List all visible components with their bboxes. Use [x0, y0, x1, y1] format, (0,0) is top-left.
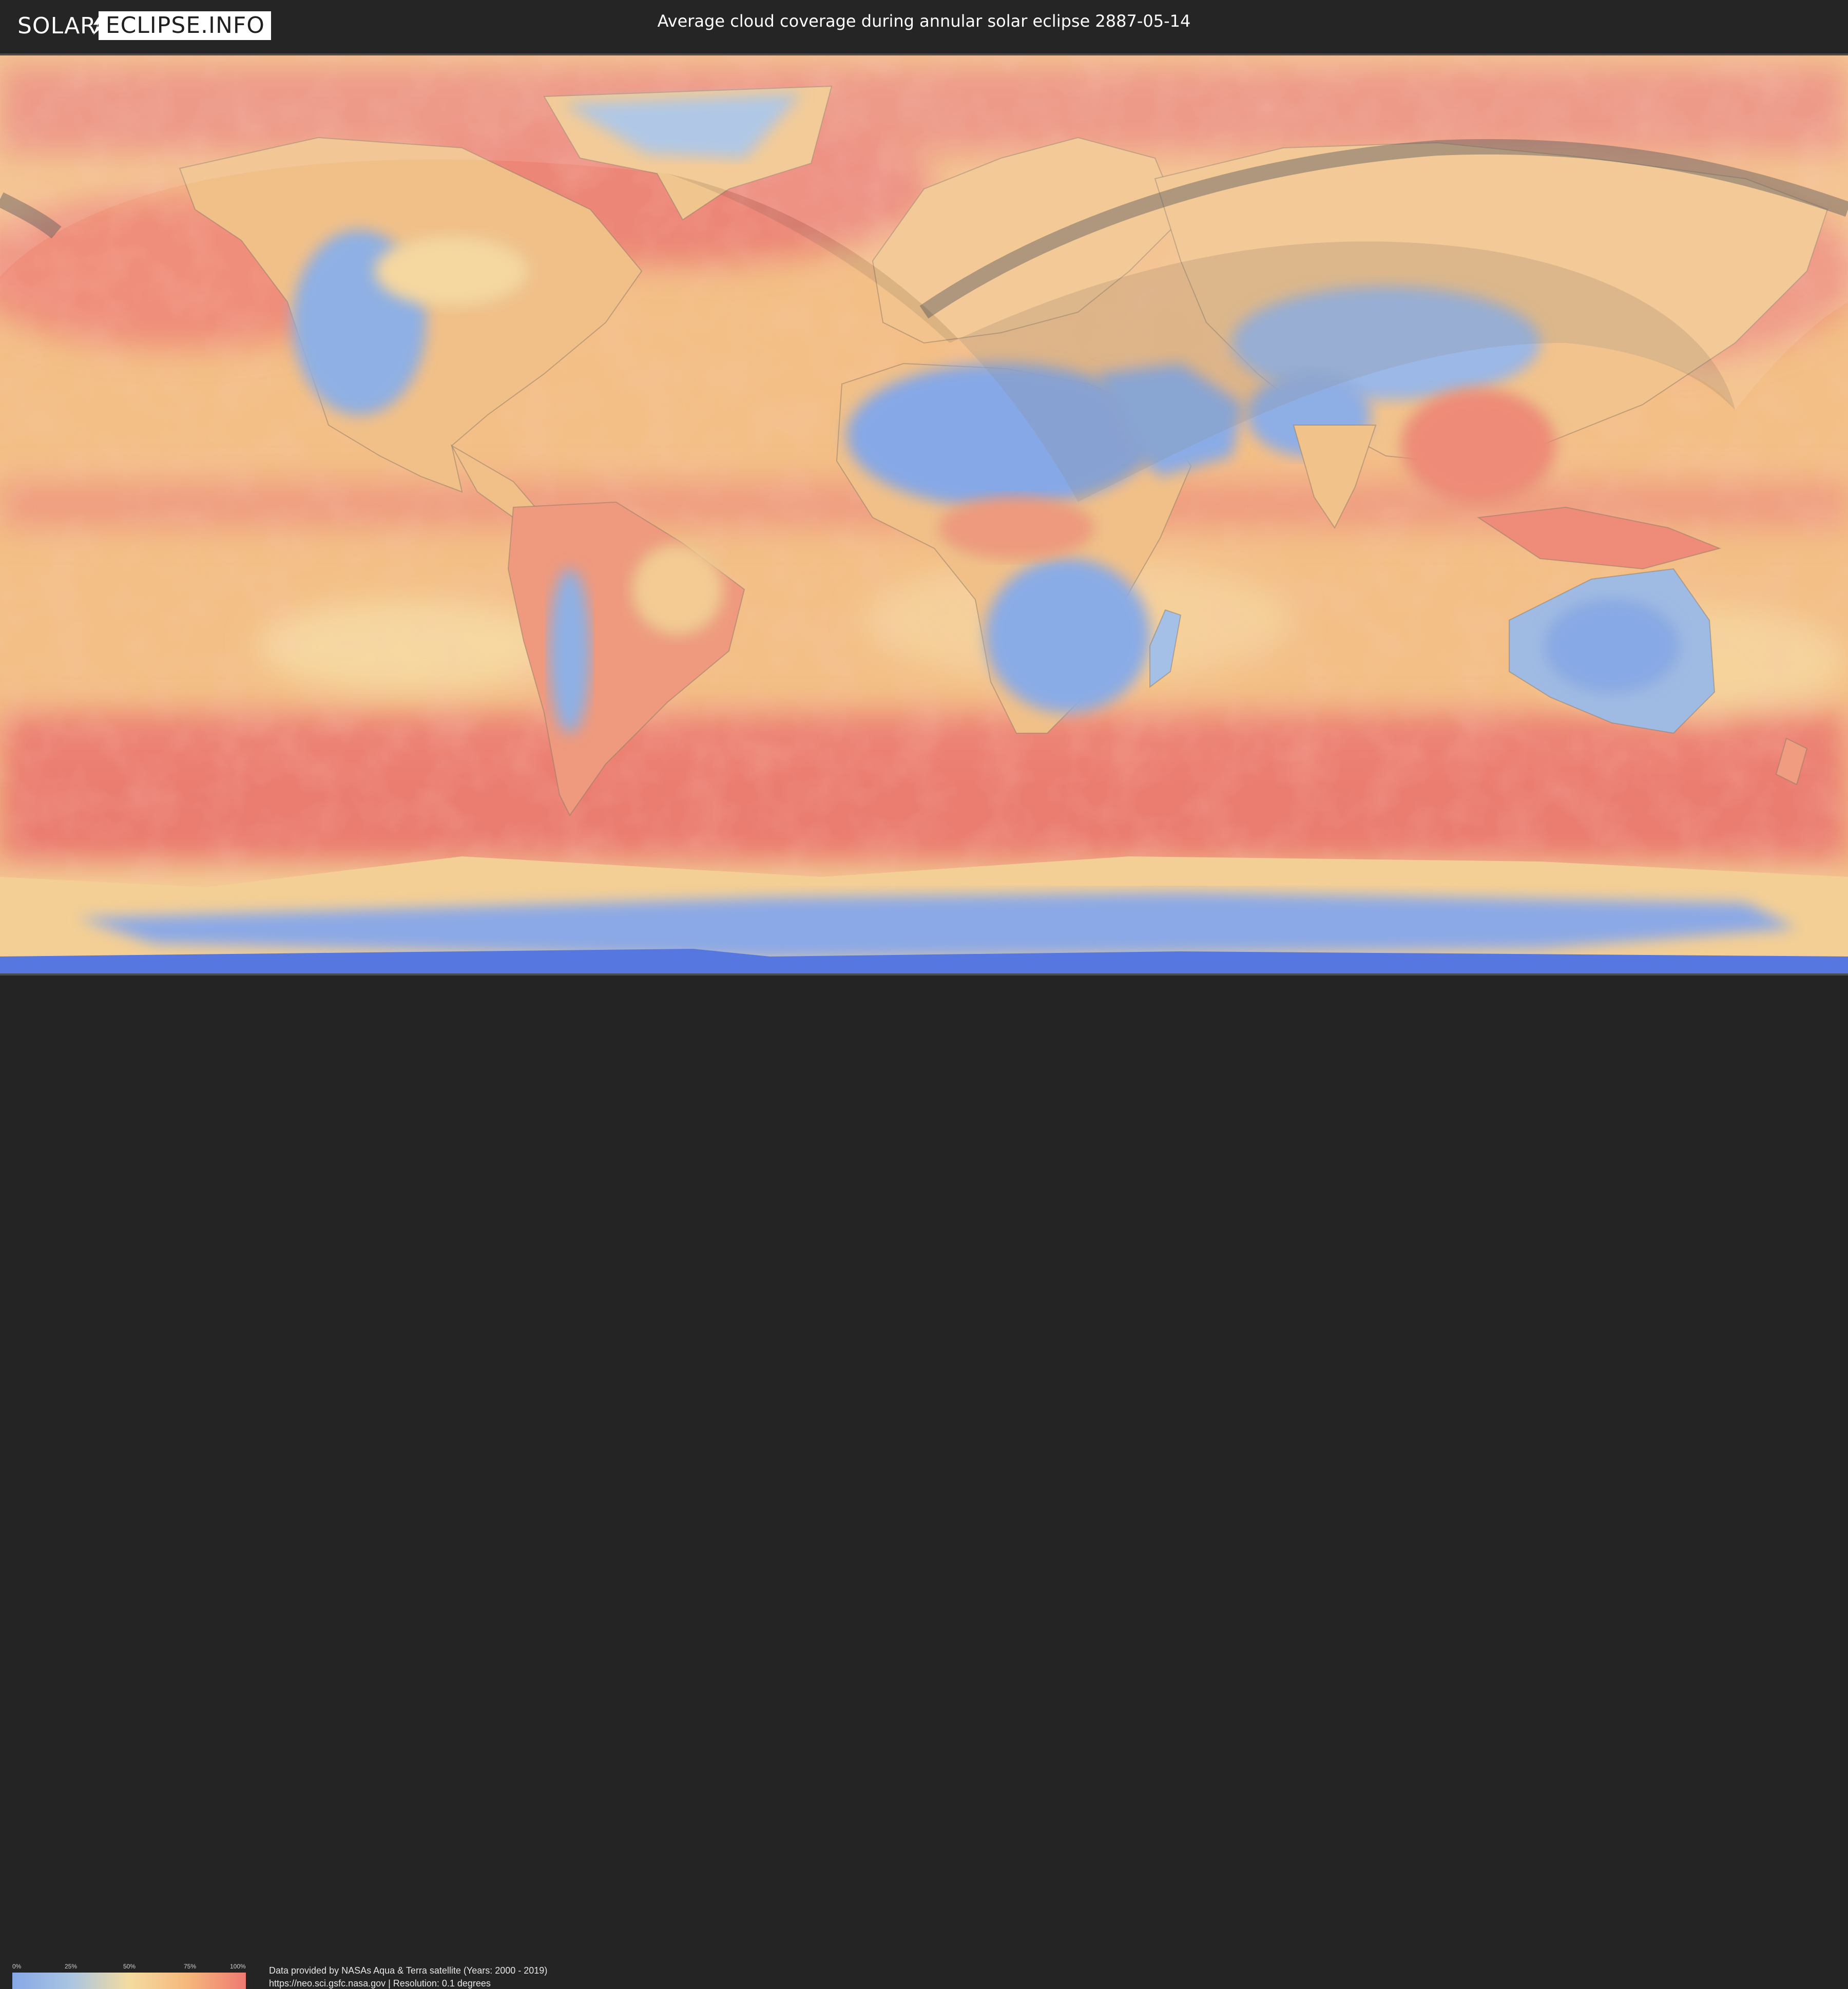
page-title: Average cloud coverage during annular so… [657, 11, 1191, 31]
header-bar: SOLAR ECLIPSE.INFO Average cloud coverag… [0, 0, 1848, 51]
legend-tick-75: 75% [184, 1963, 197, 1970]
legend-tick-50: 50% [123, 1963, 136, 1970]
legend-tick-0: 0% [12, 1963, 22, 1970]
legend-color-bar [12, 1973, 246, 1989]
footer-bar: 0% 25% 50% 75% 100% Data provided by NAS… [0, 976, 1848, 1989]
credit-line-2[interactable]: https://neo.sci.gsfc.nasa.gov | Resoluti… [269, 1978, 491, 1989]
legend-tick-100: 100% [230, 1963, 246, 1970]
credit-line-1: Data provided by NASAs Aqua & Terra sate… [269, 1965, 548, 1976]
cloud-coverage-map[interactable] [0, 55, 1848, 973]
legend-tick-25: 25% [65, 1963, 78, 1970]
